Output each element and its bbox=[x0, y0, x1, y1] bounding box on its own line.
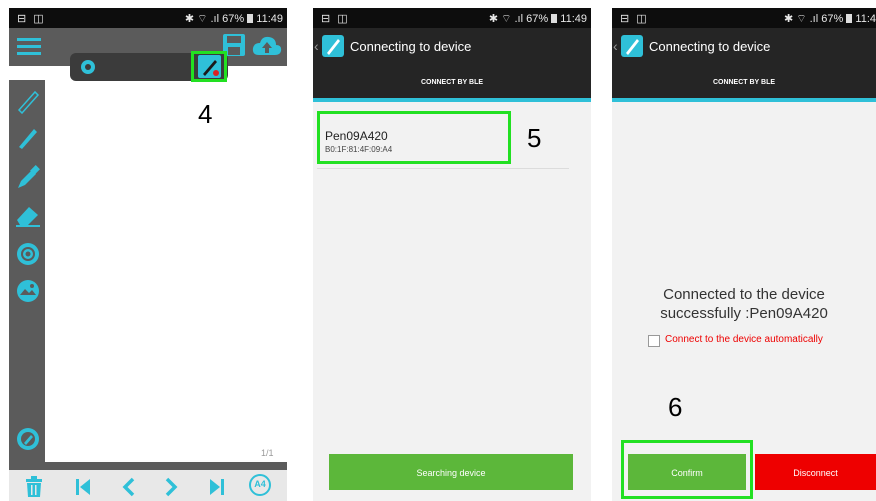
header-title: Connecting to device bbox=[649, 39, 771, 54]
status-bar: ⊟ ◫ ✱ ⌔ .ıl 67% 11:4 bbox=[612, 8, 876, 28]
battery-level: 67% bbox=[821, 13, 844, 25]
status-icons: ✱ ⌔ .ıl bbox=[783, 13, 819, 25]
last-page-icon[interactable] bbox=[207, 477, 227, 497]
menu-icon[interactable] bbox=[15, 35, 43, 57]
page-indicator: 1/1 bbox=[261, 448, 274, 458]
status-right: ✱ ⌔ .ıl 67% 11:49 bbox=[185, 12, 283, 26]
connect-screen-searching: ⊟ ◫ ✱ ⌔ .ıl 67% 11:49 ‹ Connecting to de… bbox=[313, 8, 591, 501]
bottom-toolbar bbox=[9, 470, 287, 501]
battery-icon bbox=[247, 14, 254, 23]
tab-label: CONNECT BY BLE bbox=[712, 79, 776, 86]
canvas-top-strip bbox=[9, 66, 45, 80]
tab-label: CONNECT BY BLE bbox=[420, 79, 484, 86]
status-bar: ⊟ ◫ ✱ ⌔ .ıl 67% 11:49 bbox=[9, 8, 287, 28]
success-message-line1: Connected to the device bbox=[663, 286, 825, 303]
status-bar: ⊟ ◫ ✱ ⌔ .ıl 67% 11:49 bbox=[313, 8, 591, 28]
annotation-step-5: 5 bbox=[527, 123, 542, 153]
status-icons: ✱ ⌔ .ıl bbox=[184, 13, 220, 25]
clock: 11:49 bbox=[560, 13, 587, 25]
header-title: Connecting to device bbox=[350, 39, 472, 54]
thin-pen-icon[interactable] bbox=[15, 88, 41, 114]
paper-size-label: A4 bbox=[254, 479, 266, 489]
auto-connect-label: Connect to the device automatically bbox=[665, 334, 823, 345]
highlight-step5 bbox=[317, 111, 511, 164]
next-page-icon[interactable] bbox=[161, 477, 181, 497]
color-picker-icon[interactable] bbox=[15, 241, 41, 267]
annotation-step-6: 6 bbox=[668, 392, 683, 422]
battery-icon bbox=[846, 14, 853, 23]
highlight-step4 bbox=[191, 51, 227, 82]
highlight-step6 bbox=[621, 440, 753, 499]
disconnect-label: Disconnect bbox=[793, 468, 838, 478]
back-chevron-icon[interactable]: ‹ bbox=[314, 38, 319, 54]
success-message-line2: successfully :Pen09A420 bbox=[660, 305, 828, 322]
trash-icon[interactable] bbox=[23, 476, 45, 498]
battery-level: 67% bbox=[526, 13, 549, 25]
clock: 11:49 bbox=[256, 13, 283, 25]
status-icons: ✱ ⌔ .ıl bbox=[488, 13, 524, 25]
status-left-icons: ⊟ ◫ bbox=[17, 13, 46, 25]
pen-settings-icon[interactable] bbox=[15, 426, 41, 452]
cloud-upload-icon[interactable] bbox=[251, 34, 283, 58]
back-chevron-icon[interactable]: ‹ bbox=[613, 38, 618, 54]
battery-level: 67% bbox=[222, 13, 245, 25]
battery-icon bbox=[551, 14, 558, 23]
app-logo-icon bbox=[621, 35, 643, 57]
first-page-icon[interactable] bbox=[73, 477, 93, 497]
status-right: ✱ ⌔ .ıl 67% 11:49 bbox=[489, 12, 587, 26]
status-left-icons: ⊟ ◫ bbox=[620, 13, 649, 25]
previous-page-icon[interactable] bbox=[119, 477, 139, 497]
record-icon[interactable] bbox=[80, 59, 96, 75]
drawing-canvas[interactable] bbox=[45, 66, 287, 462]
eraser-icon[interactable] bbox=[14, 202, 42, 228]
status-left-icons: ⊟ ◫ bbox=[321, 13, 350, 25]
connect-screen-success: ⊟ ◫ ✱ ⌔ .ıl 67% 11:4 ‹ Connecting to dev… bbox=[612, 8, 876, 501]
clock: 11:4 bbox=[855, 13, 876, 25]
app-logo-icon bbox=[322, 35, 344, 57]
background-image-icon[interactable] bbox=[15, 278, 41, 304]
screen-canvas: ⊟ ◫ ✱ ⌔ .ıl 67% 11:49 1/1 A4 bbox=[9, 8, 287, 501]
status-right: ✱ ⌔ .ıl 67% 11:4 bbox=[784, 12, 876, 26]
auto-connect-checkbox[interactable] bbox=[648, 335, 660, 347]
marker-icon[interactable] bbox=[15, 164, 41, 190]
searching-device-label: Searching device bbox=[416, 468, 486, 478]
pen-icon[interactable] bbox=[15, 124, 41, 150]
annotation-step-4: 4 bbox=[198, 99, 213, 129]
